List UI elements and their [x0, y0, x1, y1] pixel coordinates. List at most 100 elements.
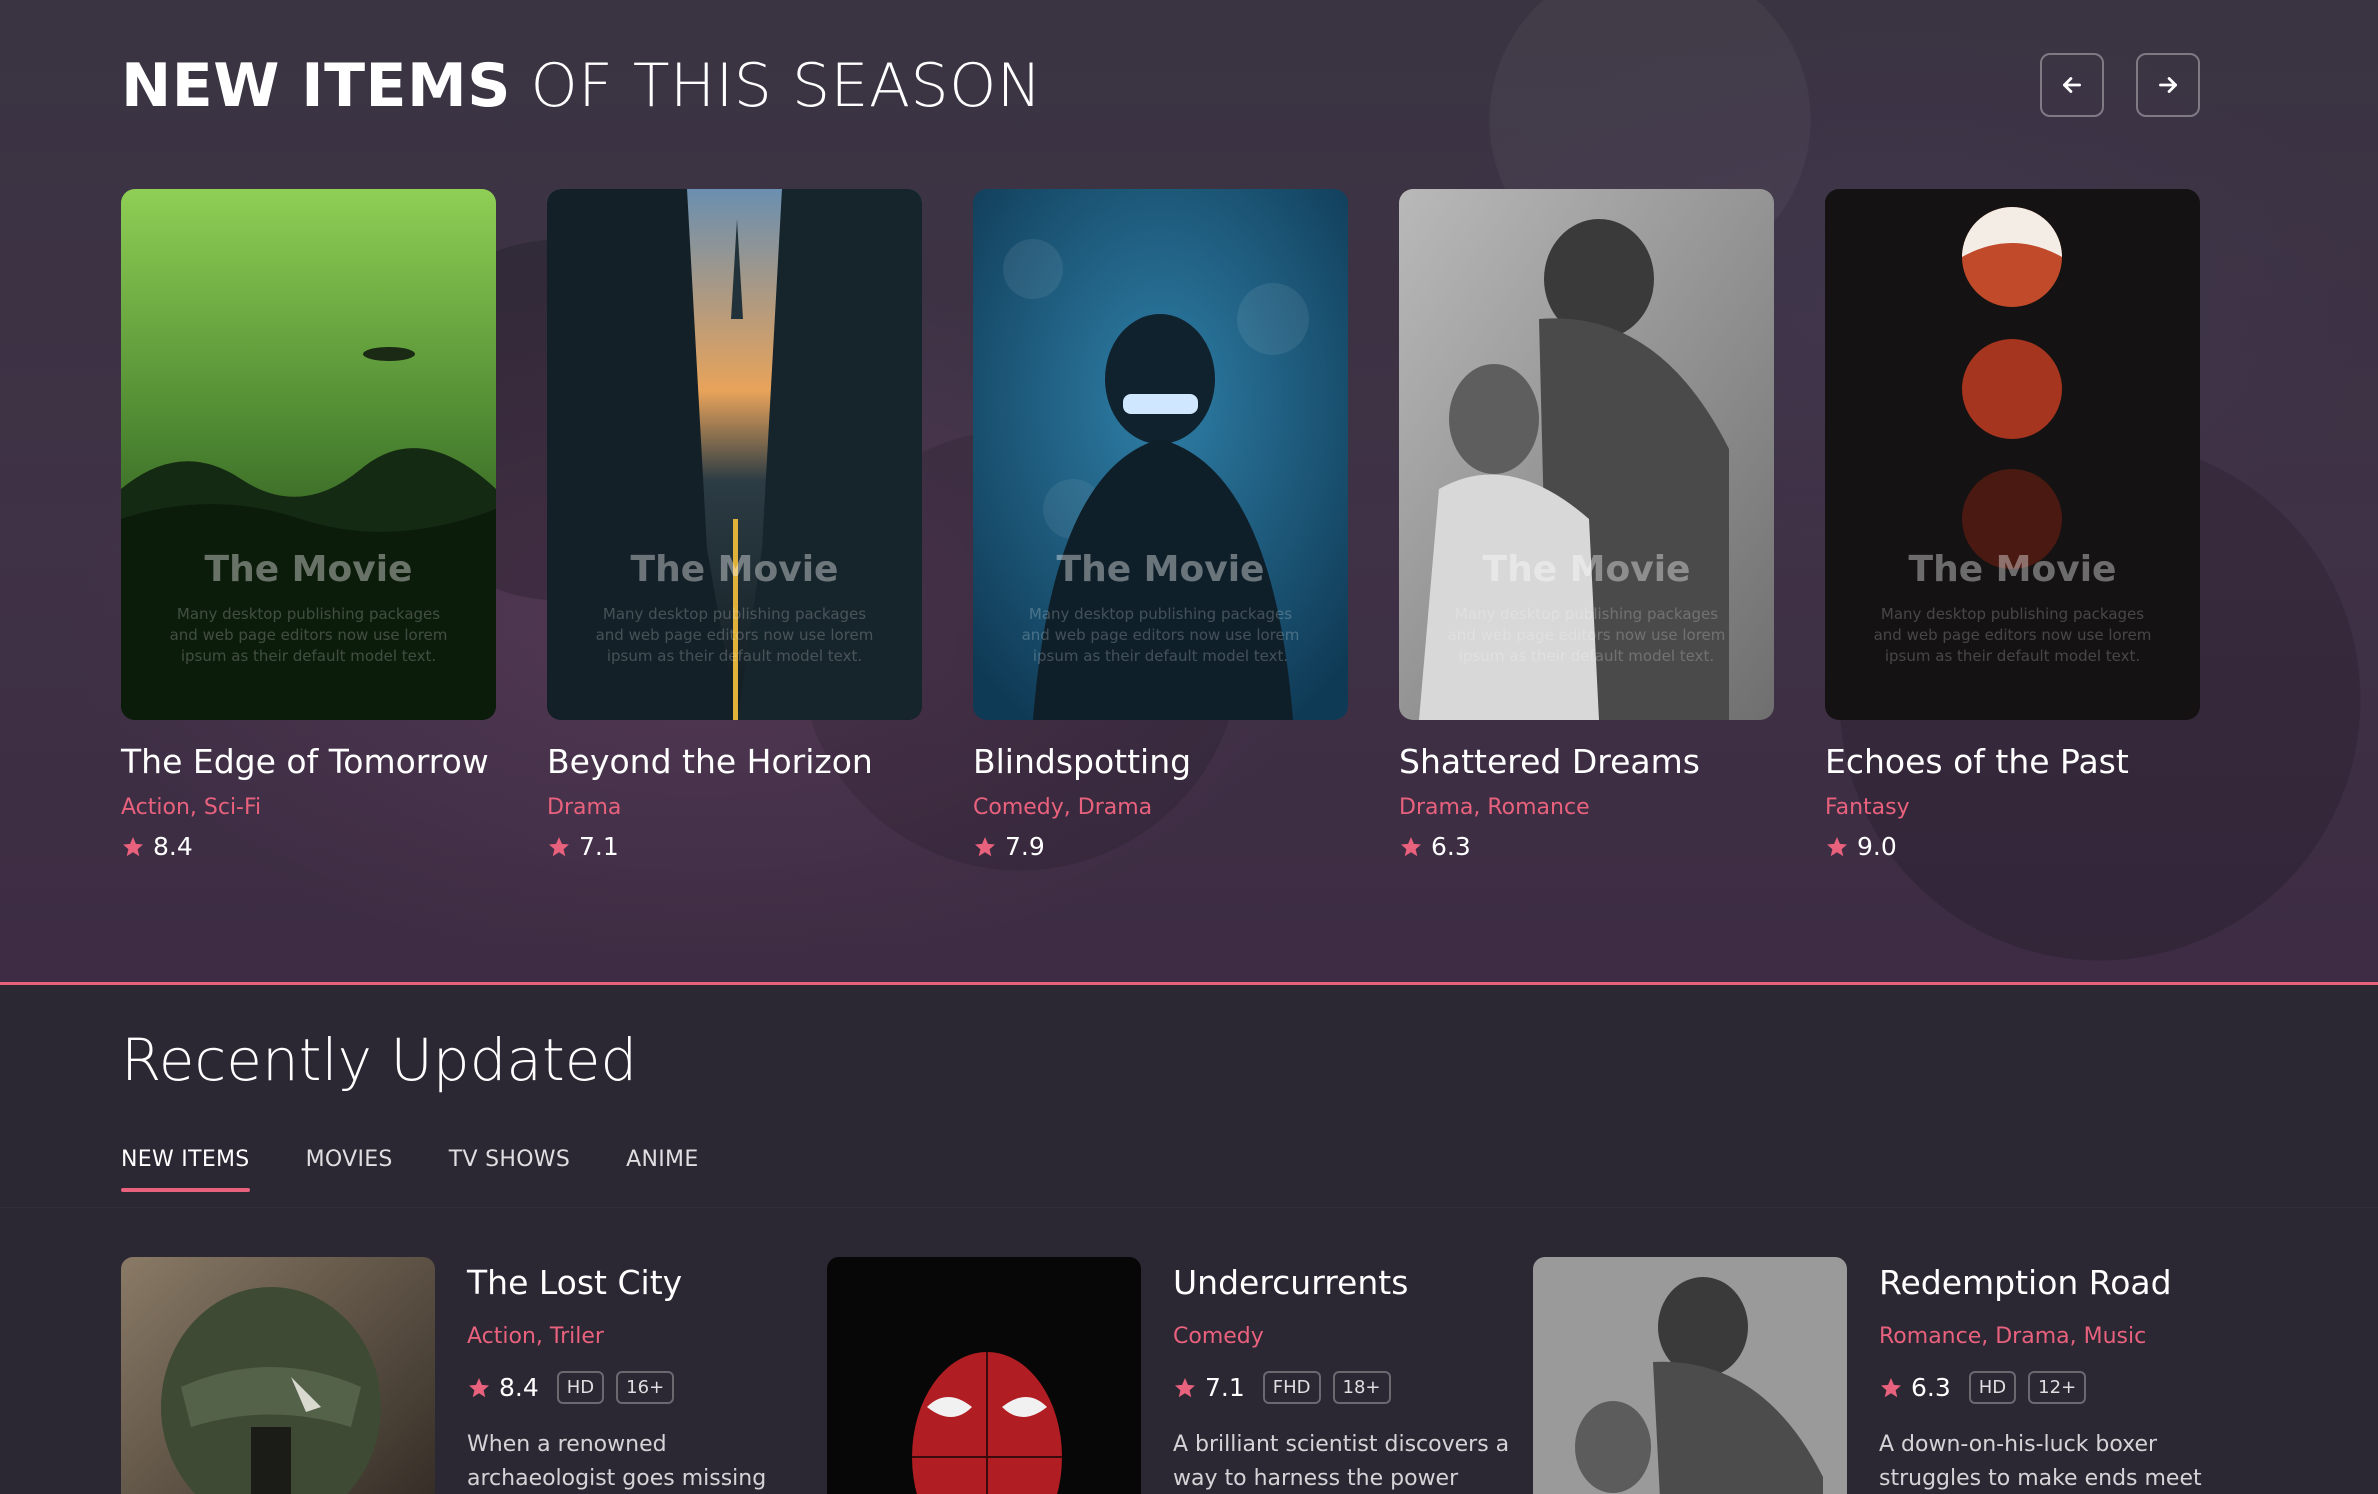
poster-overlay: The Movie Many desktop publishing packag… [1825, 549, 2200, 667]
item-title[interactable]: Undercurrents [1173, 1263, 1513, 1302]
movie-title[interactable]: The Edge of Tomorrow [121, 742, 496, 781]
age-rating-badge: 12+ [2028, 1371, 2087, 1404]
item-genres[interactable]: Romance, Drama, Music [1879, 1324, 2219, 1349]
item-thumbnail[interactable] [121, 1257, 435, 1494]
item-thumbnail[interactable] [827, 1257, 1141, 1494]
poster-overlay-text: Many desktop publishing packages and web… [1021, 605, 1300, 665]
movie-title[interactable]: Beyond the Horizon [547, 742, 922, 781]
list-item[interactable]: Redemption Road Romance, Drama, Music 6.… [1533, 1257, 2219, 1494]
item-thumbnail[interactable] [1533, 1257, 1847, 1494]
item-description: A brilliant scientist discovers a way to… [1173, 1432, 1510, 1491]
item-genres[interactable]: Comedy [1173, 1324, 1513, 1349]
thumbnail-image [121, 1257, 435, 1494]
poster-overlay-text: Many desktop publishing packages and web… [1447, 605, 1726, 665]
item-meta: 8.4 HD 16+ [467, 1371, 807, 1404]
movie-rating: 7.1 [547, 832, 922, 861]
movie-card[interactable]: The Movie Many desktop publishing packag… [1825, 189, 2200, 861]
list-item[interactable]: Undercurrents Comedy 7.1 FHD 18+ A brill… [827, 1257, 1513, 1494]
season-title-rest: OF THIS SEASON [510, 51, 1043, 121]
star-icon [123, 836, 143, 856]
star-icon [1175, 1377, 1195, 1397]
age-rating-badge: 18+ [1332, 1371, 1391, 1404]
movie-card[interactable]: The Movie Many desktop publishing packag… [1399, 189, 1774, 861]
movie-poster[interactable]: The Movie Many desktop publishing packag… [121, 189, 496, 720]
star-icon [1401, 836, 1421, 856]
item-rating-value: 7.1 [1205, 1373, 1245, 1402]
poster-overlay-text: Many desktop publishing packages and web… [169, 605, 448, 665]
poster-overlay: The Movie Many desktop publishing packag… [1399, 549, 1774, 667]
poster-overlay-text: Many desktop publishing packages and web… [1873, 605, 2152, 665]
quality-badge: HD [556, 1371, 605, 1404]
movie-poster[interactable]: The Movie Many desktop publishing packag… [973, 189, 1348, 720]
item-title[interactable]: Redemption Road [1879, 1263, 2219, 1302]
thumbnail-image [827, 1257, 1141, 1494]
movie-card[interactable]: The Movie Many desktop publishing packag… [121, 189, 496, 861]
quality-badge: FHD [1262, 1371, 1321, 1404]
movie-title[interactable]: Shattered Dreams [1399, 742, 1774, 781]
movie-rating-value: 7.9 [1005, 832, 1045, 861]
poster-overlay-title: The Movie [204, 549, 413, 590]
tabs-divider [0, 1207, 2378, 1208]
item-description: A down-on-his-luck boxer struggles to ma… [1879, 1432, 2202, 1491]
star-icon [1881, 1377, 1901, 1397]
movie-card[interactable]: The Movie Many desktop publishing packag… [547, 189, 922, 861]
item-info: Undercurrents Comedy 7.1 FHD 18+ A brill… [1173, 1257, 1513, 1494]
poster-overlay: The Movie Many desktop publishing packag… [973, 549, 1348, 667]
movie-poster[interactable]: The Movie Many desktop publishing packag… [1399, 189, 1774, 720]
movie-poster[interactable]: The Movie Many desktop publishing packag… [547, 189, 922, 720]
poster-overlay-title: The Movie [630, 549, 839, 590]
tab-anime[interactable]: ANIME [626, 1147, 698, 1192]
tab-new-items[interactable]: NEW ITEMS [121, 1147, 250, 1192]
movie-genres[interactable]: Drama, Romance [1399, 795, 1774, 820]
movie-genres[interactable]: Action, Sci-Fi [121, 795, 496, 820]
movie-rating-value: 6.3 [1431, 832, 1471, 861]
item-description: When a renowned archaeologist goes missi… [467, 1432, 767, 1491]
star-icon [469, 1377, 489, 1397]
item-rating-value: 6.3 [1911, 1373, 1951, 1402]
movie-title[interactable]: Blindspotting [973, 742, 1348, 781]
movie-genres[interactable]: Fantasy [1825, 795, 2200, 820]
carousel-prev-button[interactable] [2040, 53, 2104, 117]
movie-rating: 6.3 [1399, 832, 1774, 861]
arrow-left-icon [2063, 77, 2081, 93]
poster-overlay-title: The Movie [1908, 549, 2117, 590]
item-info: Redemption Road Romance, Drama, Music 6.… [1879, 1257, 2219, 1494]
poster-overlay-title: The Movie [1056, 549, 1265, 590]
arrow-right-icon [2159, 77, 2177, 93]
quality-badge: HD [1968, 1371, 2017, 1404]
season-section: NEW ITEMS OF THIS SEASON The Movie Many … [0, 0, 2378, 985]
movie-rating-value: 7.1 [579, 832, 619, 861]
movie-title[interactable]: Echoes of the Past [1825, 742, 2200, 781]
star-icon [549, 836, 569, 856]
recent-tabs: NEW ITEMS MOVIES TV SHOWS ANIME [121, 1147, 755, 1192]
item-meta: 7.1 FHD 18+ [1173, 1371, 1513, 1404]
season-title-bold: NEW ITEMS [121, 51, 511, 121]
season-title: NEW ITEMS OF THIS SEASON [121, 50, 1042, 122]
movie-rating: 9.0 [1825, 832, 2200, 861]
item-genres[interactable]: Action, Triler [467, 1324, 807, 1349]
tab-movies[interactable]: MOVIES [306, 1147, 393, 1192]
item-title[interactable]: The Lost City [467, 1263, 807, 1302]
recent-section-title: Recently Updated [121, 1026, 638, 1094]
star-icon [1827, 836, 1847, 856]
movie-rating: 8.4 [121, 832, 496, 861]
movie-rating-value: 8.4 [153, 832, 193, 861]
thumbnail-image [1533, 1257, 1847, 1494]
list-item[interactable]: The Lost City Action, Triler 8.4 HD 16+ … [121, 1257, 807, 1494]
movie-genres[interactable]: Comedy, Drama [973, 795, 1348, 820]
star-icon [975, 836, 995, 856]
item-info: The Lost City Action, Triler 8.4 HD 16+ … [467, 1257, 807, 1494]
poster-overlay: The Movie Many desktop publishing packag… [121, 549, 496, 667]
tab-tv-shows[interactable]: TV SHOWS [449, 1147, 570, 1192]
poster-overlay: The Movie Many desktop publishing packag… [547, 549, 922, 667]
movie-card[interactable]: The Movie Many desktop publishing packag… [973, 189, 1348, 861]
poster-overlay-title: The Movie [1482, 549, 1691, 590]
movie-rating-value: 9.0 [1857, 832, 1897, 861]
item-meta: 6.3 HD 12+ [1879, 1371, 2219, 1404]
poster-overlay-text: Many desktop publishing packages and web… [595, 605, 874, 665]
carousel-next-button[interactable] [2136, 53, 2200, 117]
movie-rating: 7.9 [973, 832, 1348, 861]
movie-poster[interactable]: The Movie Many desktop publishing packag… [1825, 189, 2200, 720]
movie-genres[interactable]: Drama [547, 795, 922, 820]
age-rating-badge: 16+ [616, 1371, 675, 1404]
